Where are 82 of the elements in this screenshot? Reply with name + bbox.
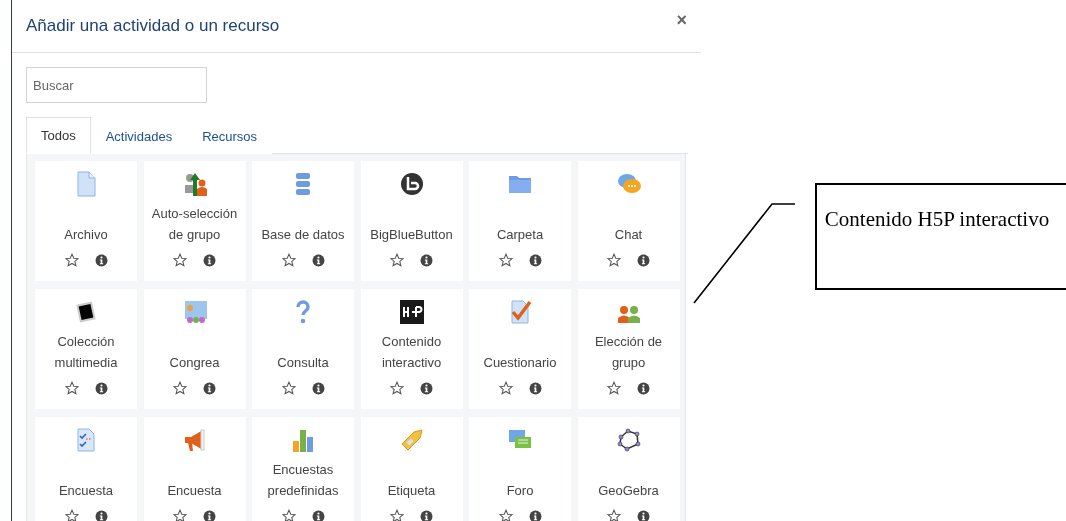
star-icon[interactable] — [607, 509, 621, 521]
info-icon[interactable] — [311, 253, 325, 267]
module-name: Elección de grupo — [593, 333, 664, 372]
star-icon[interactable] — [64, 253, 79, 267]
callout-text: Contenido H5P interactivo — [824, 207, 1050, 233]
h5p-logo-icon — [398, 299, 425, 325]
info-icon[interactable] — [203, 381, 216, 395]
module-name: Encuesta — [167, 482, 222, 500]
photo-icon — [73, 299, 99, 325]
star-icon[interactable] — [173, 381, 187, 395]
module-card[interactable]: Auto-selección de grupo — [143, 161, 246, 281]
info-icon[interactable] — [94, 253, 108, 267]
star-icon[interactable] — [390, 509, 404, 521]
module-name: Colección multimedia — [53, 333, 119, 372]
module-name: GeoGebra — [598, 482, 659, 500]
info-icon[interactable] — [420, 381, 433, 395]
module-name: Chat — [614, 226, 643, 244]
info-icon[interactable] — [311, 509, 325, 521]
module-name: Encuestas predefinidas — [266, 461, 340, 500]
star-icon[interactable] — [173, 509, 187, 521]
module-card[interactable]: Archivo — [35, 161, 137, 281]
module-card[interactable]: BigBlueButton — [360, 161, 463, 281]
module-card[interactable]: Encuesta — [143, 417, 246, 521]
module-card[interactable]: Colección multimedia — [35, 289, 137, 409]
info-icon[interactable] — [528, 509, 542, 521]
info-icon[interactable] — [311, 381, 325, 395]
module-card[interactable]: Chat — [577, 161, 680, 281]
bar-chart-icon — [290, 427, 316, 453]
info-icon[interactable] — [94, 381, 108, 395]
star-icon[interactable] — [607, 253, 621, 267]
module-name: Congrea — [169, 354, 220, 372]
star-icon[interactable] — [281, 381, 296, 395]
module-name: Consulta — [277, 354, 329, 372]
info-icon[interactable] — [637, 381, 650, 395]
module-card[interactable]: Cuestionario — [469, 289, 571, 409]
b-logo-icon — [398, 171, 425, 197]
module-name: Contenido interactivo — [380, 333, 443, 372]
module-name: Archivo — [64, 226, 108, 244]
module-card[interactable]: Contenido interactivo — [360, 289, 463, 409]
star-icon[interactable] — [498, 381, 513, 395]
module-card[interactable]: Foro — [469, 417, 571, 521]
info-icon[interactable] — [203, 509, 216, 521]
module-card[interactable]: GeoGebra — [577, 417, 680, 521]
polygon-icon — [615, 427, 642, 453]
module-card[interactable]: Encuesta — [35, 417, 137, 521]
info-icon[interactable] — [637, 253, 650, 267]
star-icon[interactable] — [498, 253, 513, 267]
module-name: Foro — [506, 482, 534, 500]
star-icon[interactable] — [173, 253, 187, 267]
info-icon[interactable] — [94, 509, 108, 521]
module-card[interactable]: Elección de grupo — [577, 289, 680, 409]
info-icon[interactable] — [528, 381, 542, 395]
module-name: Base de datos — [261, 226, 345, 244]
module-card[interactable]: Congrea — [143, 289, 246, 409]
search-field[interactable]: Buscar — [26, 67, 207, 103]
star-icon[interactable] — [281, 253, 296, 267]
dialog-title: Añadir una actividad o un recurso — [26, 16, 280, 36]
module-name: Auto-selección de grupo — [150, 205, 239, 244]
star-icon[interactable] — [64, 381, 79, 395]
star-icon[interactable] — [498, 509, 513, 521]
info-icon[interactable] — [528, 253, 542, 267]
module-card[interactable]: Encuestas predefinidas — [252, 417, 354, 521]
star-icon[interactable] — [281, 509, 296, 521]
star-icon[interactable] — [607, 381, 621, 395]
module-name: Etiqueta — [387, 482, 436, 500]
module-card[interactable]: Consulta — [252, 289, 354, 409]
module-card[interactable]: Carpeta — [469, 161, 571, 281]
module-card[interactable]: Base de datos — [252, 161, 354, 281]
close-button[interactable]: × — [676, 10, 687, 31]
star-icon[interactable] — [390, 253, 404, 267]
module-card[interactable]: Etiqueta — [360, 417, 463, 521]
module-name: BigBlueButton — [370, 226, 453, 244]
module-name: Cuestionario — [483, 354, 557, 372]
tab[interactable]: Todos — [26, 117, 91, 154]
info-icon[interactable] — [420, 509, 433, 521]
star-icon[interactable] — [64, 509, 79, 521]
info-icon[interactable] — [203, 253, 216, 267]
module-name: Carpeta — [496, 226, 544, 244]
info-icon[interactable] — [637, 509, 650, 521]
info-icon[interactable] — [420, 253, 433, 267]
module-name: Encuesta — [58, 482, 114, 500]
star-icon[interactable] — [390, 381, 404, 395]
